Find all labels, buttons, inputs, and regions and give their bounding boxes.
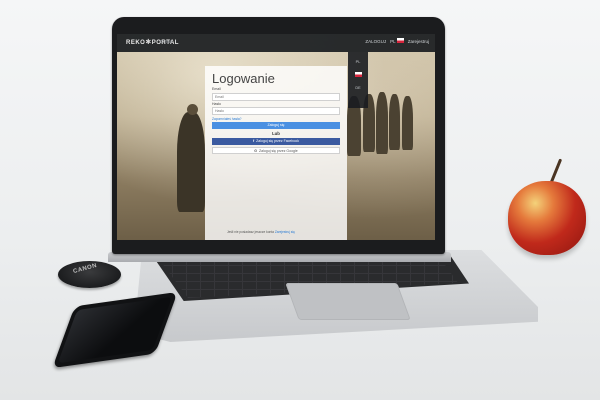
password-field[interactable] bbox=[212, 107, 340, 115]
language-code: PL bbox=[390, 39, 396, 44]
site-topbar: REKO✱PORTAL O nas ZALOGUJ PL Zarejestruj bbox=[117, 34, 435, 52]
register-prompt-text: Jeśli nie posiadasz jeszcze konta bbox=[227, 230, 274, 234]
email-field[interactable] bbox=[212, 92, 340, 101]
facebook-login-button[interactable]: f Zaloguj się przez Facebook bbox=[212, 138, 340, 145]
soldier-figure bbox=[402, 96, 413, 150]
desk-scene: CANON REKO✱PORTAL O nas ZALOGUJ PL Zarej… bbox=[0, 0, 600, 400]
logo-text: REKO bbox=[126, 40, 146, 46]
register-link-top[interactable]: Zarejestruj bbox=[408, 39, 429, 44]
language-option[interactable] bbox=[348, 68, 368, 81]
google-icon: G bbox=[254, 149, 257, 153]
password-label: Hasło bbox=[212, 101, 221, 106]
login-button[interactable]: Zaloguj się bbox=[212, 122, 340, 129]
smartphone bbox=[52, 291, 178, 369]
register-link[interactable]: Zarejestruj się bbox=[275, 230, 295, 234]
nav-item-about[interactable]: O nas bbox=[160, 39, 172, 44]
apple bbox=[508, 181, 586, 255]
login-link[interactable]: ZALOGUJ bbox=[365, 39, 386, 44]
soldier-figure bbox=[389, 94, 400, 150]
topbar-right: ZALOGUJ PL Zarejestruj bbox=[365, 38, 429, 44]
flag-pl-icon bbox=[396, 38, 404, 43]
login-panel: Logowanie Email Hasło Zapomniałeś hasła?… bbox=[205, 66, 347, 240]
facebook-login-label: Zaloguj się przez Facebook bbox=[256, 139, 299, 143]
laptop-screen: REKO✱PORTAL O nas ZALOGUJ PL Zarejestruj… bbox=[117, 34, 435, 240]
login-title: Logowanie bbox=[212, 71, 275, 86]
register-prompt: Jeśli nie posiadasz jeszcze konta Zareje… bbox=[227, 230, 295, 234]
language-option[interactable]: PL bbox=[348, 55, 368, 68]
language-option[interactable]: DE bbox=[348, 81, 368, 94]
language-option-label: PL bbox=[355, 59, 361, 64]
laptop-trackpad bbox=[285, 283, 411, 320]
or-separator: Lub bbox=[272, 131, 280, 136]
soldier-figure bbox=[376, 92, 388, 154]
language-option-label: DE bbox=[355, 85, 361, 90]
forgot-password-link[interactable]: Zapomniałeś hasła? bbox=[212, 117, 340, 121]
language-dropdown: PL DE bbox=[348, 52, 368, 108]
facebook-icon: f bbox=[253, 139, 255, 143]
flag-icon bbox=[354, 72, 362, 77]
google-login-button[interactable]: G Zaloguj się przez Google bbox=[212, 147, 340, 154]
language-selector[interactable]: PL bbox=[390, 38, 404, 44]
email-label: Email bbox=[212, 87, 221, 91]
soldier-figure bbox=[177, 112, 205, 212]
google-login-label: Zaloguj się przez Google bbox=[259, 149, 298, 153]
soldier-head bbox=[187, 104, 198, 115]
